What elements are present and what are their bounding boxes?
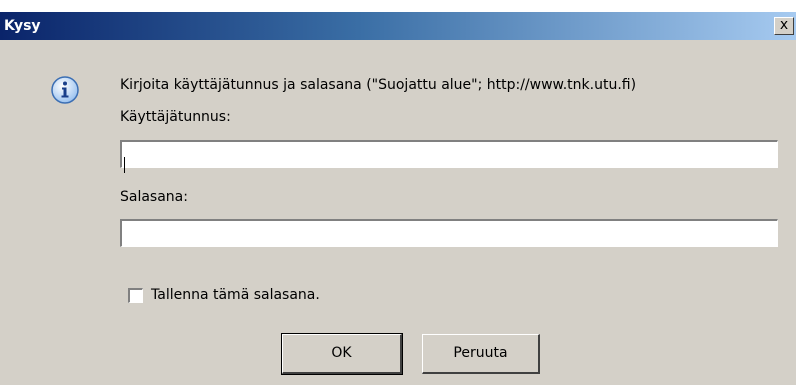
username-field[interactable] (120, 140, 778, 168)
login-dialog: Kysy x Kirjoita käyttäjätunnus ja salasa… (0, 12, 796, 385)
dialog-message: Kirjoita käyttäjätunnus ja salasana ("Su… (120, 77, 637, 93)
window-title: Kysy (4, 18, 41, 34)
password-field[interactable] (120, 219, 778, 247)
info-icon (51, 76, 79, 104)
password-label: Salasana: (120, 189, 188, 205)
cancel-button-label: Peruuta (453, 345, 508, 361)
username-label: Käyttäjätunnus: (120, 109, 231, 125)
page: Kysy x Kirjoita käyttäjätunnus ja salasa… (0, 0, 796, 385)
text-cursor (124, 157, 125, 173)
cancel-button[interactable]: Peruuta (422, 334, 540, 374)
close-icon: x (779, 17, 789, 33)
ok-button[interactable]: OK (281, 333, 403, 375)
close-button[interactable]: x (774, 17, 794, 35)
save-password-checkbox[interactable] (128, 288, 143, 303)
save-password-label: Tallenna tämä salasana. (151, 287, 320, 303)
title-bar[interactable]: Kysy x (0, 12, 796, 40)
ok-button-label: OK (331, 345, 352, 361)
